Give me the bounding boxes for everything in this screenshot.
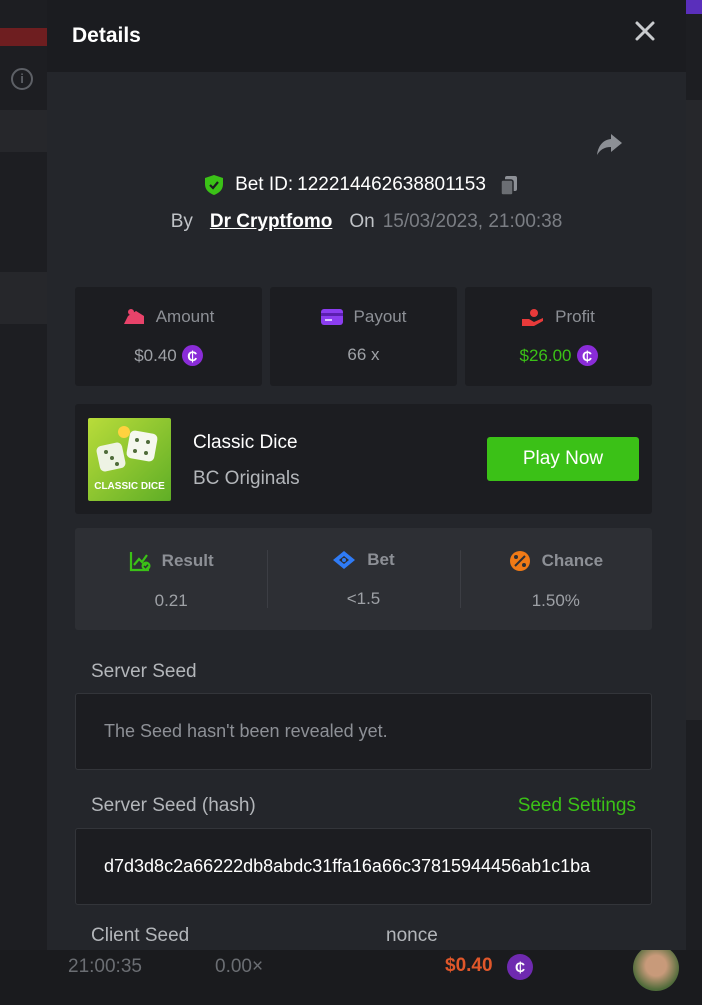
background-band <box>0 110 47 152</box>
avatar[interactable] <box>633 945 679 991</box>
stat-profit: Profit $26.00 ₵ <box>465 287 652 386</box>
bet-id-row: Bet ID: 122214462638801153 <box>47 174 686 196</box>
background-bet-row: 21:00:35 0.00× $0.40 ₵ <box>0 945 702 1005</box>
result-value: 0.21 <box>154 591 188 610</box>
share-icon <box>597 134 622 155</box>
modal-title: Details <box>72 24 141 47</box>
server-hash-label: Server Seed (hash) <box>91 795 256 816</box>
game-thumbnail[interactable]: CLASSIC DICE <box>88 418 171 501</box>
bet-column: Bet <1.5 <box>267 528 459 630</box>
bet-row-amount: $0.40 <box>445 955 493 976</box>
bet-results: Result 0.21 Bet <1.5 Chance 1.50% <box>75 528 652 630</box>
payout-icon <box>320 309 343 325</box>
by-label: By <box>170 211 193 232</box>
amount-icon <box>123 309 144 324</box>
close-icon <box>635 21 655 41</box>
stat-amount: Amount $0.40 ₵ <box>75 287 262 386</box>
game-provider: BC Originals <box>193 468 300 489</box>
bet-id-value: 122214462638801153 <box>297 174 486 195</box>
percent-icon <box>509 551 530 571</box>
coin-icon: ₵ <box>507 954 533 980</box>
info-icon[interactable]: i <box>11 68 33 90</box>
modal-header: Details <box>47 0 686 72</box>
coin-icon: ₵ <box>181 345 203 366</box>
background-right-panel <box>686 100 702 720</box>
coin-icon: ₵ <box>576 345 598 366</box>
stat-value: 66 x <box>347 345 380 364</box>
result-label: Result <box>161 551 214 570</box>
background-red-bar <box>0 28 47 46</box>
profit-icon <box>522 309 544 326</box>
bet-date: 15/03/2023, 21:00:38 <box>382 211 563 232</box>
server-hash-box[interactable]: d7d3d8c2a66222db8abdc31ffa16a66c37815944… <box>75 828 652 905</box>
stat-label: Amount <box>155 307 215 326</box>
game-thumb-text: CLASSIC DICE <box>94 481 165 492</box>
on-label: On <box>349 211 375 232</box>
bet-row-multiplier: 0.00× <box>215 956 264 977</box>
copy-icon[interactable] <box>498 174 520 196</box>
stat-value: $26.00 <box>519 345 572 365</box>
close-button[interactable] <box>634 20 656 44</box>
result-chart-icon <box>129 552 151 572</box>
game-name: Classic Dice <box>193 432 298 453</box>
bet-row-time: 21:00:35 <box>68 956 142 977</box>
chance-label: Chance <box>541 551 604 570</box>
server-seed-label: Server Seed <box>91 661 197 682</box>
verified-shield-icon <box>205 175 224 195</box>
result-column: Result 0.21 <box>75 528 267 630</box>
nonce-label: nonce <box>386 925 438 946</box>
bet-target-icon <box>333 551 356 569</box>
client-seed-label: Client Seed <box>91 925 190 946</box>
chance-column: Chance 1.50% <box>459 528 652 630</box>
stat-payout: Payout 66 x <box>270 287 457 386</box>
bet-details-modal: Details Bet ID: 122214462638801153 By Dr… <box>47 0 686 950</box>
stat-label: Payout <box>353 307 407 326</box>
game-card: CLASSIC DICE Classic Dice BC Originals P… <box>75 404 652 514</box>
bet-stats: Amount $0.40 ₵ Payout 66 x Profit $26.00 <box>75 287 652 386</box>
server-seed-box: The Seed hasn't been revealed yet. <box>75 693 652 770</box>
seed-settings-link[interactable]: Seed Settings <box>518 795 636 817</box>
bet-label: Bet <box>367 550 395 569</box>
stat-value: $0.40 <box>134 345 177 365</box>
bet-id-label: Bet ID: <box>235 174 294 195</box>
background-band <box>0 272 47 324</box>
bet-author-row: By Dr Cryptfomo On 15/03/2023, 21:00:38 <box>47 211 686 233</box>
user-link[interactable]: Dr Cryptfomo <box>210 211 332 233</box>
background-accent-bar <box>686 0 702 14</box>
chance-value: 1.50% <box>531 591 580 610</box>
stat-label: Profit <box>555 307 595 326</box>
play-now-button[interactable]: Play Now <box>487 437 639 481</box>
bet-value: <1.5 <box>346 589 381 608</box>
share-button[interactable] <box>593 128 625 160</box>
